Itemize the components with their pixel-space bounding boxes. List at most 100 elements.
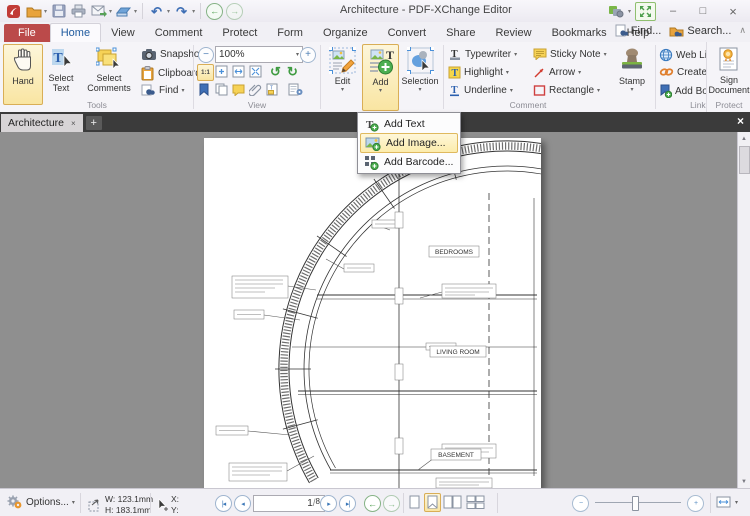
tab-home[interactable]: Home [50, 23, 101, 42]
rotate-ccw-button[interactable]: ↺ [268, 64, 283, 79]
tab-file[interactable]: File [4, 24, 50, 42]
tab-comment[interactable]: Comment [145, 24, 213, 42]
typewriter-button[interactable]: T Typewriter▾ [448, 48, 517, 61]
actual-size-button[interactable]: 1:1 [197, 64, 214, 81]
next-view-button[interactable]: → [383, 495, 400, 512]
zoom-in-button[interactable]: + [300, 47, 316, 63]
find-tool-button[interactable]: Find▾ [141, 84, 184, 97]
new-tab-button[interactable]: + [86, 116, 102, 130]
last-page-button[interactable]: ▸| [339, 495, 356, 512]
open-dropdown[interactable]: ▾ [44, 8, 47, 15]
zoom-in-slider-button[interactable]: + [687, 495, 704, 512]
document-canvas[interactable]: BEDROOMS LIVING ROOM BASEMENT ▲ ▼ [0, 132, 750, 488]
close-button[interactable]: × [720, 2, 746, 20]
back-button[interactable]: ← [206, 3, 223, 20]
scroll-up-arrow[interactable]: ▲ [738, 132, 750, 145]
tab-review[interactable]: Review [485, 24, 541, 42]
menu-item-add-text[interactable]: T Add Text [360, 115, 458, 133]
zoom-slider-handle[interactable] [632, 496, 639, 511]
ui-options-icon[interactable] [608, 3, 625, 19]
tab-close-icon[interactable]: × [71, 119, 76, 128]
stamp-icon [619, 47, 645, 74]
ui-options-dropdown[interactable]: ▾ [628, 8, 631, 15]
email-dropdown[interactable]: ▾ [109, 8, 112, 15]
scan-dropdown[interactable]: ▾ [134, 8, 137, 15]
single-page-layout-button[interactable] [408, 495, 421, 510]
close-document-button[interactable]: × [737, 114, 744, 128]
fullscreen-button[interactable] [635, 2, 656, 21]
cursor-icon [156, 498, 168, 512]
next-page-button[interactable]: ▸ [320, 495, 337, 512]
tab-organize[interactable]: Organize [313, 24, 378, 42]
previous-page-button[interactable]: ◂ [234, 495, 251, 512]
first-page-button[interactable]: |◂ [215, 495, 232, 512]
scroll-down-arrow[interactable]: ▼ [738, 475, 750, 488]
hand-tool-button[interactable]: Hand [3, 44, 43, 105]
highlight-icon: T [448, 66, 461, 79]
document-page[interactable]: BEDROOMS LIVING ROOM BASEMENT [204, 138, 541, 488]
email-button[interactable] [90, 3, 107, 19]
selection-button[interactable]: Selection ▾ [399, 44, 441, 109]
two-pages-continuous-layout-button[interactable] [466, 495, 486, 510]
svg-text:T: T [451, 85, 458, 96]
edit-content-button[interactable]: Edit ▾ [325, 44, 360, 109]
collapse-ribbon-button[interactable]: ∧ [739, 25, 746, 36]
search-button[interactable]: Search... [669, 25, 731, 37]
options-button[interactable]: Options...▾ [6, 495, 75, 510]
fit-visible-button[interactable] [248, 64, 263, 79]
add-content-button[interactable]: T Add ▾ [362, 44, 399, 111]
fit-width-button[interactable] [231, 64, 246, 79]
arrow-button[interactable]: Arrow▾ [533, 66, 581, 79]
gear-icon [6, 495, 23, 510]
sign-document-icon [717, 47, 741, 73]
select-text-button[interactable]: T Select Text [43, 44, 79, 103]
minimize-button[interactable]: – [660, 2, 686, 20]
tab-convert[interactable]: Convert [378, 24, 437, 42]
print-button[interactable] [70, 3, 87, 19]
select-comments-button[interactable]: Select Comments [81, 44, 137, 103]
menu-item-add-barcode[interactable]: Add Barcode... [360, 153, 458, 171]
fields-pane-button[interactable]: T [265, 82, 280, 97]
open-button[interactable] [25, 3, 42, 19]
zoom-level-combo[interactable]: 100%▾ [215, 46, 303, 63]
tab-share[interactable]: Share [436, 24, 485, 42]
menu-item-add-image[interactable]: Add Image... [360, 133, 458, 153]
document-tab-architecture[interactable]: Architecture × [1, 114, 83, 132]
bookmarks-pane-button[interactable] [197, 82, 212, 97]
tab-form[interactable]: Form [267, 24, 313, 42]
tab-bookmarks[interactable]: Bookmarks [542, 24, 617, 42]
fit-mode-button[interactable]: ▾ [716, 496, 738, 509]
sticky-note-button[interactable]: Sticky Note▾ [533, 48, 607, 60]
attachments-pane-button[interactable] [248, 82, 263, 97]
fit-mode-dropdown[interactable]: ▾ [735, 499, 738, 506]
two-pages-layout-button[interactable] [443, 495, 463, 510]
continuous-layout-button[interactable] [424, 493, 441, 512]
pane-options-button[interactable] [288, 82, 303, 97]
scrollbar-thumb[interactable] [739, 146, 750, 174]
vertical-scrollbar[interactable]: ▲ ▼ [737, 132, 750, 488]
tab-protect[interactable]: Protect [212, 24, 267, 42]
zoom-out-button[interactable]: − [198, 47, 214, 63]
zoom-out-slider-button[interactable]: − [572, 495, 589, 512]
tab-view[interactable]: View [101, 24, 145, 42]
highlight-button[interactable]: T Highlight▾ [448, 66, 509, 79]
thumbnails-pane-button[interactable] [214, 82, 229, 97]
page-number-field[interactable]: 1/8 [253, 495, 325, 512]
comments-pane-button[interactable] [231, 82, 246, 97]
scan-button[interactable] [115, 3, 132, 19]
previous-view-button[interactable]: ← [364, 495, 381, 512]
fit-page-button[interactable] [214, 64, 229, 79]
maximize-button[interactable]: □ [690, 2, 716, 20]
redo-dropdown[interactable]: ▾ [192, 8, 195, 15]
underline-button[interactable]: T Underline▾ [448, 84, 513, 97]
rectangle-button[interactable]: Rectangle▾ [533, 84, 600, 97]
undo-button[interactable]: ↶ [148, 3, 165, 19]
room-label-living-room: LIVING ROOM [436, 349, 479, 356]
stamp-button[interactable]: Stamp ▾ [612, 44, 652, 109]
redo-button[interactable]: ↷ [173, 3, 190, 19]
rotate-cw-button[interactable]: ↻ [285, 64, 300, 79]
find-button[interactable]: Find... [615, 24, 662, 37]
undo-dropdown[interactable]: ▾ [167, 8, 170, 15]
save-button[interactable] [50, 3, 67, 19]
forward-button[interactable]: → [226, 3, 243, 20]
